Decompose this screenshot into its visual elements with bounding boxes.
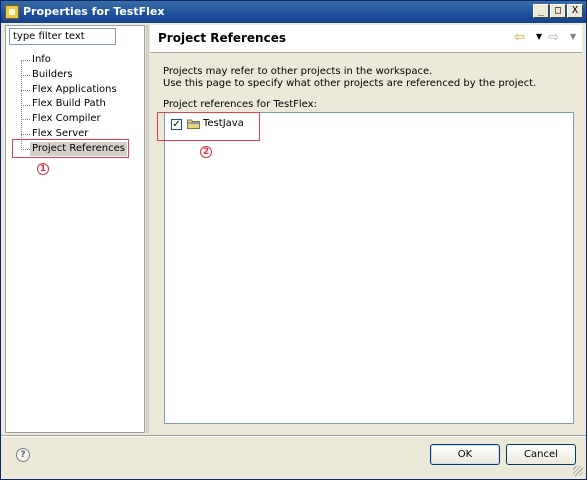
description-line: Projects may refer to other projects in … <box>163 66 433 77</box>
forward-arrow-icon[interactable]: ⇨ <box>548 31 559 45</box>
description-line: Use this page to specify what other proj… <box>163 78 537 89</box>
tree-connector <box>21 60 30 61</box>
project-references-list[interactable]: ✓ TestJava <box>164 112 574 424</box>
references-label: Project references for TestFlex: <box>163 99 317 110</box>
page-title: Project References <box>158 31 286 45</box>
back-dropdown-icon[interactable]: ▼ <box>536 32 542 41</box>
page-description: Projects may refer to other projects in … <box>163 66 536 90</box>
resize-grip[interactable] <box>573 466 583 476</box>
close-button[interactable]: X <box>567 4 583 18</box>
minimize-button[interactable]: _ <box>533 4 549 18</box>
filter-input[interactable] <box>9 28 116 45</box>
annotation-highlight-2 <box>157 112 260 141</box>
tree-connector <box>21 75 30 76</box>
cancel-button[interactable]: Cancel <box>506 444 576 465</box>
title-bar[interactable]: Properties for TestFlex _ □ X <box>1 1 586 23</box>
maximize-button[interactable]: □ <box>550 4 566 18</box>
property-page: Project References ⇦ ▼ ⇨ ▼ Projects may … <box>150 25 582 433</box>
tree-connector <box>21 119 30 120</box>
button-bar-separator <box>1 435 586 437</box>
properties-dialog: Properties for TestFlex _ □ X Info Build… <box>0 0 587 480</box>
tree-item-flex-applications[interactable]: Flex Applications <box>32 83 117 97</box>
forward-dropdown-icon[interactable]: ▼ <box>570 32 576 41</box>
app-icon <box>5 5 19 19</box>
tree-connector <box>21 90 30 91</box>
tree-item-flex-compiler[interactable]: Flex Compiler <box>32 112 101 126</box>
back-arrow-icon[interactable]: ⇦ <box>514 31 525 45</box>
annotation-highlight-1 <box>12 139 129 158</box>
window-title: Properties for TestFlex <box>23 5 165 18</box>
page-header: Project References ⇦ ▼ ⇨ ▼ <box>150 25 582 53</box>
ok-button[interactable]: OK <box>430 444 500 465</box>
tree-item-info[interactable]: Info <box>32 53 51 67</box>
tree-connector <box>21 134 30 135</box>
help-icon[interactable]: ? <box>16 448 30 462</box>
annotation-marker-2: 2 <box>200 146 212 158</box>
tree-connector <box>21 105 30 106</box>
splitter[interactable] <box>146 25 149 433</box>
tree-item-builders[interactable]: Builders <box>32 68 73 82</box>
annotation-marker-1: 1 <box>37 163 49 175</box>
tree-item-flex-build-path[interactable]: Flex Build Path <box>32 97 106 111</box>
